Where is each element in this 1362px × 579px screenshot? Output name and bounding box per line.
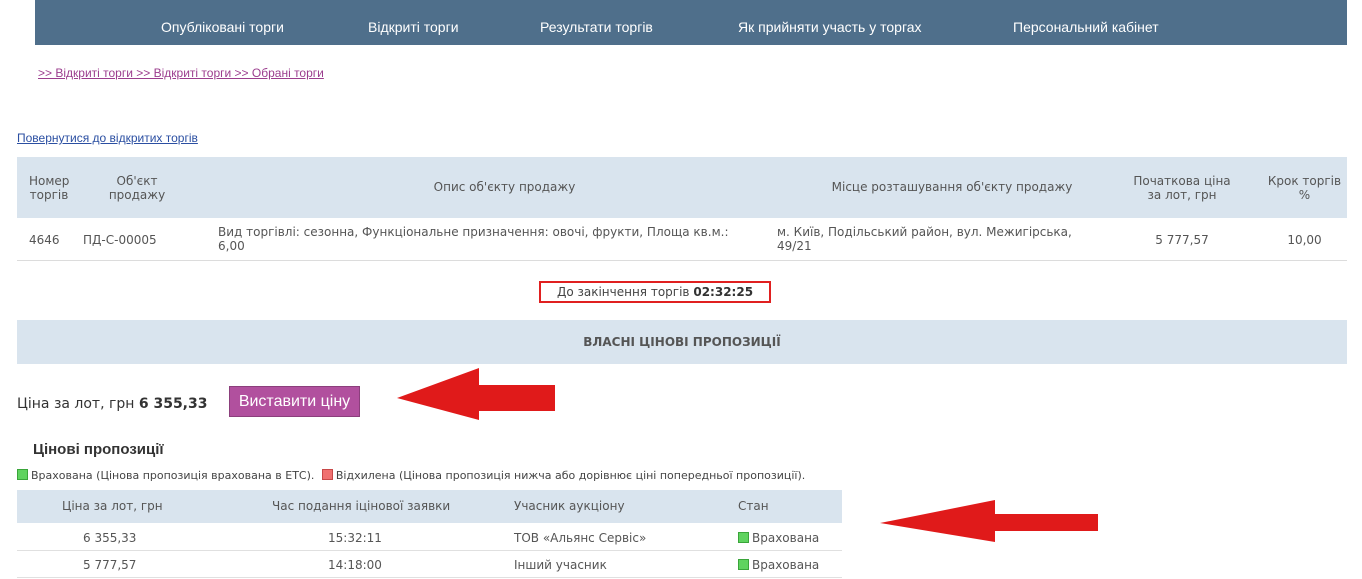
- bid-status: Врахована: [738, 551, 819, 577]
- lot-price-line: Ціна за лот, грн 6 355,33: [17, 390, 207, 418]
- lot-description: Вид торгівлі: сезонна, Функціональне при…: [218, 225, 729, 253]
- nav-tender-results[interactable]: Результати торгів: [540, 0, 653, 45]
- rejected-swatch-icon: [321, 469, 333, 480]
- lot-object: ПД-С-00005: [83, 233, 157, 247]
- own-price-proposals-header: ВЛАСНІ ЦІНОВІ ПРОПОЗИЦІЇ: [17, 320, 1347, 364]
- bid-status: Врахована: [738, 524, 819, 550]
- lot-number: 4646: [29, 233, 60, 247]
- accepted-status-icon: [738, 559, 749, 570]
- header-object: Об'єкт продажу: [108, 174, 166, 202]
- bid-participant: ТОВ «Альянс Сервіс»: [514, 531, 647, 545]
- nav-open-tenders[interactable]: Відкриті торги: [368, 0, 459, 45]
- lot-step: 10,00: [1287, 233, 1322, 247]
- nav-how-to-participate[interactable]: Як прийняти участь у торгах: [738, 0, 922, 45]
- breadcrumb[interactable]: >> Відкриті торги >> Відкриті торги >> О…: [38, 66, 324, 80]
- lot-location: м. Київ, Подільський район, вул. Межигір…: [777, 225, 1072, 253]
- arrow-left-icon: [880, 500, 1098, 542]
- timer-value: 02:32:25: [693, 285, 754, 299]
- nav-published-tenders[interactable]: Опубліковані торги: [161, 0, 284, 45]
- proposals-table-header: Ціна за лот, грн Час подання іцінової за…: [17, 490, 842, 523]
- header-participant: Учасник аукціону: [514, 499, 625, 513]
- header-description: Опис об'єкту продажу: [433, 180, 576, 194]
- table-row: 5 777,57 14:18:00 Інший учасник Врахован…: [17, 551, 842, 578]
- place-bid-button[interactable]: Виставити ціну: [229, 386, 360, 417]
- countdown-timer: До закінчення торгів 02:32:25: [539, 281, 771, 303]
- accepted-swatch-icon: [17, 469, 28, 480]
- lot-table-row: 4646 ПД-С-00005 Вид торгівлі: сезонна, Ф…: [17, 219, 1347, 261]
- legend-rejected: Відхилена (Цінова пропозиція нижча або д…: [335, 469, 806, 482]
- status-legend: Врахована (Цінова пропозиція врахована в…: [17, 469, 805, 483]
- nav-personal-cabinet[interactable]: Персональний кабінет: [1013, 0, 1159, 45]
- accepted-status-icon: [738, 532, 749, 543]
- bid-time: 15:32:11: [328, 531, 382, 545]
- bid-price: 5 777,57: [83, 558, 137, 572]
- header-status: Стан: [738, 499, 769, 513]
- lot-price-label: Ціна за лот, грн: [17, 396, 135, 412]
- price-proposals-title: Цінові пропозиції: [33, 441, 164, 458]
- header-number: Номер торгів: [29, 174, 70, 202]
- lot-table-header: Номер торгів Об'єкт продажу Опис об'єкту…: [17, 157, 1347, 218]
- back-to-open-tenders-link[interactable]: Повернутися до відкритих торгів: [17, 131, 198, 145]
- table-row: 6 355,33 15:32:11 ТОВ «Альянс Сервіс» Вр…: [17, 524, 842, 551]
- lot-start-price: 5 777,57: [1155, 233, 1209, 247]
- legend-accepted: Врахована (Цінова пропозиція врахована в…: [31, 469, 315, 482]
- bid-price: 6 355,33: [83, 531, 137, 545]
- header-step: Крок торгів %: [1267, 174, 1342, 202]
- header-bid-price: Ціна за лот, грн: [62, 499, 163, 513]
- timer-label: До закінчення торгів: [556, 285, 690, 299]
- header-location: Місце розташування об'єкту продажу: [831, 180, 1073, 194]
- bid-participant: Інший учасник: [514, 558, 607, 572]
- header-bid-time: Час подання іцінової заявки: [272, 499, 451, 513]
- arrow-left-icon: [397, 368, 555, 420]
- top-navigation: Опубліковані торги Відкриті торги Резуль…: [35, 0, 1347, 45]
- lot-price-value: 6 355,33: [138, 396, 208, 412]
- header-start-price: Початкова ціна за лот, грн: [1133, 174, 1231, 202]
- bid-time: 14:18:00: [328, 558, 382, 572]
